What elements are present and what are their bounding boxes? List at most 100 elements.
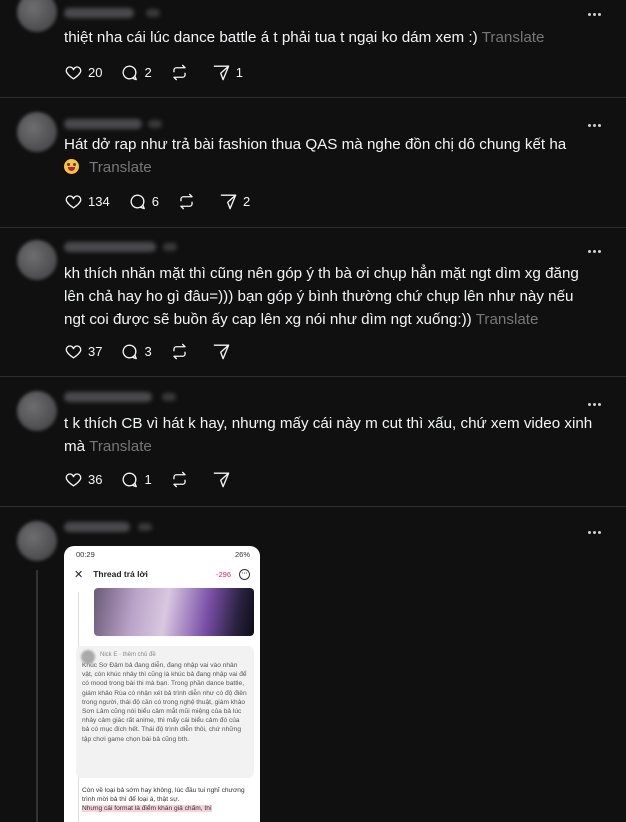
share-button[interactable]: 2 xyxy=(219,192,250,211)
reply-post: t k thích CB vì hát k hay, nhưng mấy cái… xyxy=(0,377,626,507)
translate-link[interactable]: Translate xyxy=(482,29,545,46)
repost-icon xyxy=(172,64,186,80)
send-icon xyxy=(220,193,237,209)
username[interactable] xyxy=(64,8,134,18)
video-thumbnail xyxy=(94,588,254,636)
heart-icon xyxy=(65,65,82,80)
comment-meta: Nick E · thêm chủ đề xyxy=(100,652,156,658)
more-icon: ··· xyxy=(239,568,250,580)
repost-icon xyxy=(180,193,193,209)
avatar xyxy=(81,650,95,664)
quoted-comment: Nick E · thêm chủ đề Khúc Sơ Đậm bả đang… xyxy=(76,646,254,778)
share-button[interactable] xyxy=(212,342,236,361)
post-actions: 20 2 1 xyxy=(64,61,261,83)
thread-line xyxy=(36,570,38,822)
avatar[interactable] xyxy=(17,521,57,561)
avatar[interactable] xyxy=(17,240,57,280)
caption-line-1: Còn về loại bả sớm hay không, lúc đầu tu… xyxy=(82,787,245,804)
post-text: thiệt nha cái lúc dance battle á t phải … xyxy=(64,26,598,49)
avatar[interactable] xyxy=(17,112,57,152)
post-actions: 36 1 xyxy=(64,468,254,490)
share-count: 2 xyxy=(242,193,251,209)
post-text: t k thích CB vì hát k hay, nhưng mấy cái… xyxy=(64,412,598,458)
reply-post: kh thích nhăn mặt thì cũng nên góp ý th … xyxy=(0,228,626,377)
heart-icon xyxy=(65,344,82,359)
post-actions: 37 3 xyxy=(64,340,254,362)
status-battery: 26% xyxy=(234,550,250,559)
like-count: 134 xyxy=(88,193,110,209)
username[interactable] xyxy=(64,242,156,252)
reply-button[interactable]: 3 xyxy=(120,342,152,361)
more-icon[interactable] xyxy=(588,247,606,253)
heart-icon xyxy=(65,194,82,209)
like-count: 37 xyxy=(88,343,103,359)
send-icon xyxy=(213,64,230,80)
comment-icon xyxy=(130,194,145,209)
post-time xyxy=(148,120,162,128)
reply-count: 3 xyxy=(144,343,152,359)
repost-icon xyxy=(172,471,186,487)
send-icon xyxy=(213,471,230,487)
like-button[interactable]: 20 xyxy=(64,63,102,82)
reply-button[interactable]: 2 xyxy=(120,63,152,82)
post-actions: 134 6 2 xyxy=(64,190,268,212)
more-icon[interactable] xyxy=(588,10,606,16)
comment-icon xyxy=(122,344,138,359)
like-count: 20 xyxy=(88,64,103,80)
repost-button[interactable] xyxy=(170,342,194,361)
repost-button[interactable] xyxy=(170,63,194,82)
like-button[interactable]: 36 xyxy=(64,470,102,489)
repost-button[interactable] xyxy=(170,470,194,489)
post-time xyxy=(162,393,176,401)
grinning-face-emoji xyxy=(64,159,79,174)
caption: Còn về loại bả sớm hay không, lúc đầu tu… xyxy=(82,786,254,814)
like-button[interactable]: 37 xyxy=(64,342,102,361)
reply-button[interactable]: 6 xyxy=(128,192,159,211)
share-count: 1 xyxy=(235,64,243,80)
username[interactable] xyxy=(64,522,130,532)
comment-icon xyxy=(122,65,138,80)
reply-count: 6 xyxy=(151,193,159,209)
attached-screenshot[interactable]: 00:29 26% ✕ Thread trả lời -296 ··· Nick… xyxy=(64,546,260,822)
post-body: thiệt nha cái lúc dance battle á t phải … xyxy=(64,29,478,46)
thread-header-title: Thread trả lời xyxy=(93,569,148,579)
reply-post: thiệt nha cái lúc dance battle á t phải … xyxy=(0,0,626,98)
username[interactable] xyxy=(64,392,152,402)
reply-count: 1 xyxy=(144,471,152,487)
username[interactable] xyxy=(64,119,142,129)
reply-button[interactable]: 1 xyxy=(120,470,152,489)
like-count: 36 xyxy=(88,471,103,487)
post-text: Hát dở rap như trả bài fashion thua QAS … xyxy=(64,133,598,179)
phone-status-bar: 00:29 26% xyxy=(64,546,260,562)
avatar[interactable] xyxy=(17,391,57,431)
more-icon[interactable] xyxy=(588,121,606,127)
more-icon[interactable] xyxy=(588,400,606,406)
post-time xyxy=(163,243,177,251)
more-icon[interactable] xyxy=(588,528,606,534)
reply-post: Hát dở rap như trả bài fashion thua QAS … xyxy=(0,98,626,228)
repost-button[interactable] xyxy=(177,192,201,211)
translate-link[interactable]: Translate xyxy=(476,311,539,328)
post-time xyxy=(138,523,152,531)
post-body: Hát dở rap như trả bài fashion thua QAS … xyxy=(64,136,567,153)
like-button[interactable]: 134 xyxy=(64,192,110,211)
avatar[interactable] xyxy=(17,0,57,32)
send-icon xyxy=(213,343,230,359)
share-button[interactable] xyxy=(212,470,236,489)
heart-icon xyxy=(65,472,82,487)
close-icon: ✕ xyxy=(74,568,84,581)
post-text: kh thích nhăn mặt thì cũng nên góp ý th … xyxy=(64,262,598,331)
reply-count: 2 xyxy=(144,64,152,80)
status-time: 00:29 xyxy=(76,550,95,559)
thread-header-count: -296 xyxy=(215,569,231,579)
comment-icon xyxy=(122,472,138,487)
comment-body: Khúc Sơ Đậm bả đang diễn, đang nhập vai … xyxy=(82,662,247,743)
repost-icon xyxy=(172,343,186,359)
translate-link[interactable]: Translate xyxy=(89,438,152,455)
thread-header: ✕ Thread trả lời -296 ··· xyxy=(64,562,260,586)
share-button[interactable]: 1 xyxy=(212,63,243,82)
caption-line-2: Nhưng cái format là điểm khán giả chấm, … xyxy=(82,805,212,813)
post-time xyxy=(146,9,160,17)
replies-feed: thiệt nha cái lúc dance battle á t phải … xyxy=(0,0,626,822)
translate-link[interactable]: Translate xyxy=(89,159,152,176)
